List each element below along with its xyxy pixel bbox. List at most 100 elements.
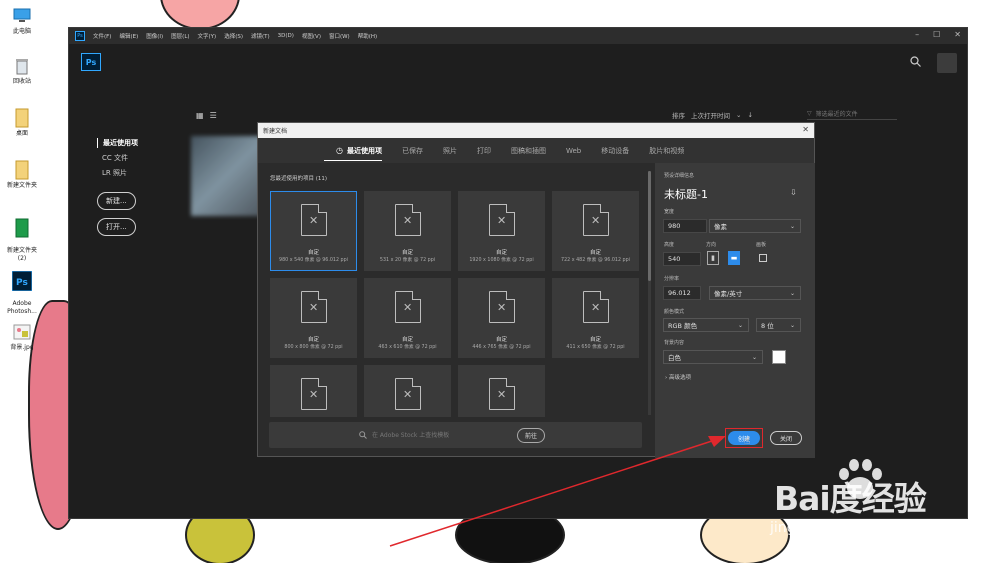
landscape-orientation-icon[interactable]: ▬ xyxy=(728,251,740,265)
preset-scrollbar[interactable] xyxy=(648,171,651,415)
preset-card[interactable]: ✕ xyxy=(270,365,357,417)
desktop-icon-recycle-bin[interactable]: 回收站 xyxy=(2,56,42,86)
preset-card[interactable]: ✕ 自定 722 x 482 像素 @ 96.012 ppi xyxy=(552,191,639,271)
tab-recent[interactable]: ◷ 最近使用项 xyxy=(324,138,382,163)
preset-card[interactable]: ✕ 自定 1920 x 1080 像素 @ 72 ppi xyxy=(458,191,545,271)
desktop-icon-new-folder[interactable]: 新建文件夹 xyxy=(2,160,42,190)
desktop-icon-label: 桌面 xyxy=(15,130,28,137)
avatar[interactable] xyxy=(937,53,957,73)
desktop-icon-desktop[interactable]: 桌面 xyxy=(2,108,42,138)
preset-card[interactable]: ✕ 自定 463 x 610 像素 @ 72 ppi xyxy=(364,278,451,358)
preset-card[interactable]: ✕ 自定 411 x 650 像素 @ 72 ppi xyxy=(552,278,639,358)
svg-text:Ps: Ps xyxy=(16,278,28,288)
width-input[interactable]: 980 xyxy=(663,219,707,233)
width-unit-select[interactable]: 像素 ⌄ xyxy=(709,219,801,233)
folder-icon xyxy=(11,160,33,180)
document-icon: ✕ xyxy=(489,204,515,236)
menu-image[interactable]: 图像(I) xyxy=(146,32,163,40)
tab-print[interactable]: 打印 xyxy=(477,138,491,163)
close-window-button[interactable]: ✕ xyxy=(954,30,961,39)
sidebar-item-recent[interactable]: 最近使用项 xyxy=(97,138,138,148)
preset-name: 自定 xyxy=(307,250,319,256)
menu-help[interactable]: 帮助(H) xyxy=(358,32,377,40)
sort-dropdown[interactable]: 上次打开时间 xyxy=(691,110,730,120)
preset-card[interactable]: ✕ 自定 446 x 765 像素 @ 72 ppi xyxy=(458,278,545,358)
grid-view-icon[interactable]: ▦ xyxy=(196,111,204,120)
stock-go-button[interactable]: 前往 xyxy=(517,428,546,443)
tab-web[interactable]: Web xyxy=(566,138,581,163)
sidebar-item-cc-files[interactable]: CC 文件 xyxy=(97,153,138,163)
preset-card[interactable]: ✕ 自定 531 x 20 像素 @ 72 ppi xyxy=(364,191,451,271)
desktop-icon-bg-jpg[interactable]: 背景.jpg xyxy=(2,322,42,352)
close-button[interactable]: 关闭 xyxy=(770,431,802,445)
document-icon: ✕ xyxy=(583,204,609,236)
preset-card[interactable]: ✕ xyxy=(458,365,545,417)
desktop-icon-label: 此电脑 xyxy=(12,28,31,35)
desktop-icon-photoshop[interactable]: Ps Adobe Photosh... xyxy=(2,263,42,315)
search-icon[interactable] xyxy=(910,56,921,70)
menu-filter[interactable]: 滤镜(T) xyxy=(251,32,270,40)
color-mode-select[interactable]: RGB 颜色 ⌄ xyxy=(663,318,749,332)
folder-icon xyxy=(11,108,33,128)
stock-search-input[interactable]: 在 Adobe Stock 上查找模板 xyxy=(359,430,449,439)
portrait-orientation-icon[interactable]: ▮ xyxy=(707,251,719,265)
artboard-checkbox[interactable] xyxy=(759,254,767,262)
preset-card[interactable]: ✕ 自定 980 x 540 像素 @ 96.012 ppi xyxy=(270,191,357,271)
recycle-bin-icon xyxy=(11,56,33,76)
orientation-label: 方向 xyxy=(706,242,717,248)
document-title-field[interactable]: 未标题-1 xyxy=(664,186,708,202)
preset-details-panel: 预设详细信息 未标题-1 ⇩ 宽度 980 像素 ⌄ 高度 方向 画板 540 ▮… xyxy=(655,163,815,458)
menu-window[interactable]: 窗口(W) xyxy=(329,32,350,40)
document-icon: ✕ xyxy=(489,378,515,410)
save-preset-icon[interactable]: ⇩ xyxy=(790,188,797,197)
document-icon: ✕ xyxy=(489,291,515,323)
filter-input[interactable]: ▽ 筛选最近的文件 xyxy=(807,108,897,120)
recent-file-thumbnail[interactable] xyxy=(191,136,261,216)
photoshop-app-icon: Ps xyxy=(75,31,85,41)
desktop-icon-new-folder-2[interactable]: 新建文件夹 (2) xyxy=(2,210,42,262)
maximize-button[interactable]: ☐ xyxy=(933,30,940,39)
preset-card[interactable]: ✕ 自定 800 x 800 像素 @ 72 ppi xyxy=(270,278,357,358)
preset-name: 自定 xyxy=(495,250,507,256)
preset-card[interactable]: ✕ xyxy=(364,365,451,417)
clock-icon: ◷ xyxy=(336,146,343,155)
new-button[interactable]: 新建... xyxy=(97,192,136,210)
sort-bar: 排序 上次打开时间 ⌄ ↓ xyxy=(672,110,753,120)
menu-edit[interactable]: 编辑(E) xyxy=(119,32,138,40)
background-select[interactable]: 白色 ⌄ xyxy=(663,350,763,364)
search-icon xyxy=(359,430,367,439)
resolution-unit-select[interactable]: 像素/英寸 ⌄ xyxy=(709,286,801,300)
menu-view[interactable]: 视图(V) xyxy=(302,32,321,40)
desktop-icon-this-pc[interactable]: 此电脑 xyxy=(2,6,42,36)
menu-file[interactable]: 文件(F) xyxy=(93,32,111,40)
close-icon[interactable]: ✕ xyxy=(802,125,809,134)
minimize-button[interactable]: – xyxy=(915,30,919,39)
sort-direction-icon[interactable]: ↓ xyxy=(747,111,752,119)
menu-layer[interactable]: 图层(L) xyxy=(171,32,189,40)
bit-depth-select[interactable]: 8 位 ⌄ xyxy=(756,318,801,332)
chevron-down-icon[interactable]: ⌄ xyxy=(736,111,741,119)
list-view-icon[interactable]: ☰ xyxy=(210,111,217,120)
tab-art-illustration[interactable]: 图稿和插图 xyxy=(511,138,546,163)
tab-photo[interactable]: 照片 xyxy=(443,138,457,163)
open-button[interactable]: 打开... xyxy=(97,218,136,236)
image-file-icon xyxy=(11,322,33,342)
sidebar-item-lr-photos[interactable]: LR 照片 xyxy=(97,168,138,178)
advanced-options-toggle[interactable]: › 高级选项 xyxy=(665,373,691,381)
menu-type[interactable]: 文字(Y) xyxy=(198,32,217,40)
resolution-input[interactable]: 96.012 xyxy=(663,286,701,300)
height-input[interactable]: 540 xyxy=(663,252,701,266)
menu-3d[interactable]: 3D(D) xyxy=(278,33,294,39)
background-color-swatch[interactable] xyxy=(772,350,786,364)
folder-icon xyxy=(11,218,33,238)
chevron-right-icon: › xyxy=(665,375,668,381)
menu-select[interactable]: 选择(S) xyxy=(224,32,243,40)
tab-saved[interactable]: 已保存 xyxy=(402,138,423,163)
details-section-label: 预设详细信息 xyxy=(664,173,695,179)
tab-mobile[interactable]: 移动设备 xyxy=(601,138,629,163)
scrollbar-thumb[interactable] xyxy=(648,171,651,281)
baidu-watermark: Bai度经验 jingyan.baidu.com xyxy=(740,456,980,546)
stock-placeholder: 在 Adobe Stock 上查找模板 xyxy=(372,432,450,439)
tab-film-video[interactable]: 胶片和视频 xyxy=(649,138,684,163)
dialog-tabs: ◷ 最近使用项 已保存 照片 打印 图稿和插图 Web 移动设备 胶片和视频 xyxy=(258,138,814,163)
